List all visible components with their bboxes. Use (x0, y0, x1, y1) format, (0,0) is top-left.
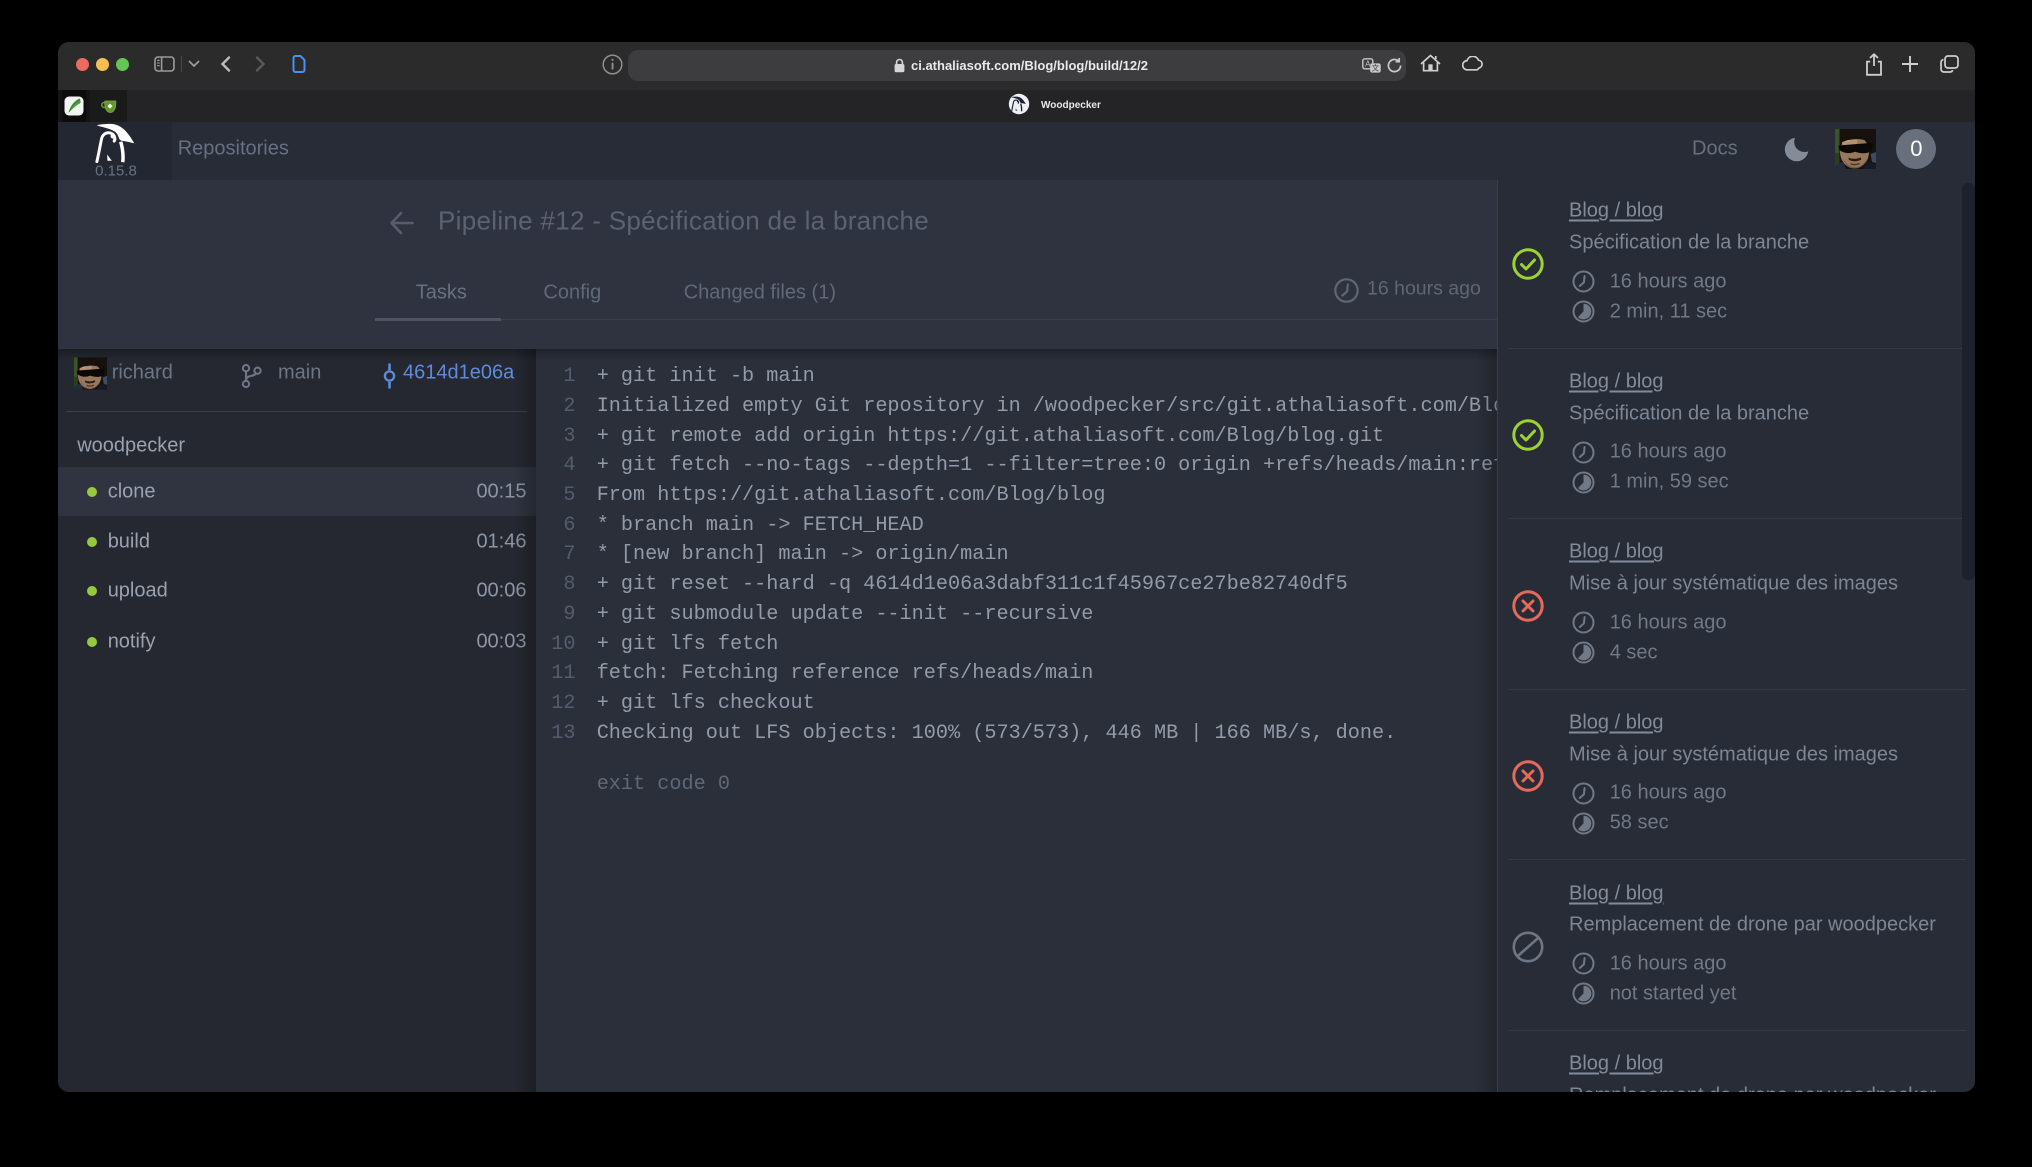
svg-text:文: 文 (1372, 63, 1380, 73)
